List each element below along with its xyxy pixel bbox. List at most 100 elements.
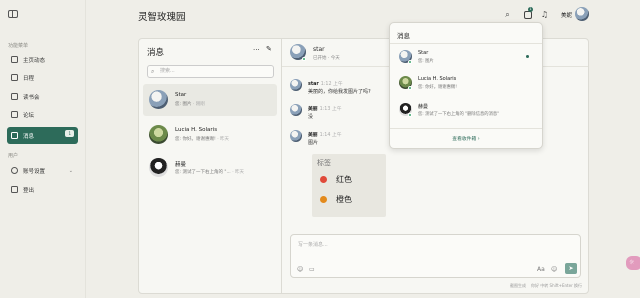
dropdown-item-preview: 您: 测试了一下右上角的 "删除信息的消息" — [418, 112, 500, 117]
red-dot-icon — [320, 176, 327, 183]
sidebar-section-user: 用户 — [8, 153, 19, 159]
home-icon — [11, 56, 18, 63]
online-status-dot — [408, 60, 412, 64]
avatar — [149, 125, 168, 144]
sidebar-item-account[interactable]: 账号设置 ⌄ — [7, 164, 78, 177]
avatar — [149, 158, 168, 177]
top-bar: 灵智玫瑰园 — [86, 0, 640, 34]
text-format-icon[interactable]: Aa — [537, 266, 545, 273]
notification-count-badge: 1 — [528, 7, 533, 12]
sidebar-item-label: 消息 — [23, 133, 35, 140]
preview-time: · 刚刚 — [192, 102, 205, 107]
sidebar-item-label: 读书会 — [23, 94, 40, 101]
inbox-icon[interactable] — [524, 11, 532, 19]
sidebar-item-logout[interactable]: 登出 — [7, 183, 78, 196]
sidebar-item-bookclub[interactable]: 读书会 — [7, 90, 78, 103]
conversation-item[interactable]: Lucia H. Solaris 您: 你好。谢谢惠赐! · 昨天 — [143, 119, 277, 151]
sidebar-item-home[interactable]: 主页动态 — [7, 53, 78, 66]
dropdown-item[interactable]: Star 您: 图片 — [399, 48, 539, 68]
username[interactable]: 美妮 — [561, 11, 572, 19]
preview-time: · 昨天 — [217, 137, 230, 142]
tag-label: 红色 — [336, 175, 352, 184]
sidebar-item-schedule[interactable]: 日程 — [7, 71, 78, 84]
message-meta: star 1:12 上午 — [308, 80, 343, 87]
message-sender: star — [308, 82, 319, 87]
book-icon — [11, 93, 18, 100]
user-settings-icon — [11, 167, 18, 174]
tag-row: 橙色 — [320, 194, 352, 205]
search-placeholder: 搜索... — [160, 68, 175, 74]
floating-action-button[interactable]: ☼ — [626, 256, 640, 270]
preview-text: 您: 测试了一下右上角的 "... — [175, 170, 231, 175]
sidebar-item-label: 日程 — [23, 75, 35, 82]
chevron-down-icon: ⌄ — [68, 167, 73, 174]
sidebar-item-label: 主页动态 — [23, 57, 46, 64]
avatar — [290, 104, 302, 116]
app-title: 灵智玫瑰园 — [138, 12, 186, 23]
preview-text: 您: 图片 — [175, 102, 192, 107]
online-status-dot — [408, 86, 412, 90]
image-attachment[interactable]: 标签 红色 橙色 — [312, 154, 386, 217]
composer-placeholder: 写一条消息... — [298, 242, 328, 248]
search-input[interactable]: ⌕ 搜索... — [147, 65, 274, 78]
avatar — [290, 130, 302, 142]
message-time: 1:13 上午 — [319, 107, 342, 112]
conversation-preview: 您: 图片 · 刚刚 — [175, 101, 205, 107]
logout-icon — [11, 186, 18, 193]
conversation-name: Star — [175, 92, 187, 98]
sidebar-item-label: 账号设置 — [23, 168, 46, 175]
tag-card-title: 标签 — [317, 159, 331, 167]
chat-status: 已开始 · 今天 — [313, 56, 340, 61]
message-composer[interactable]: 写一条消息... ☺ ▭ Aa ☺ ➤ — [290, 234, 581, 278]
sidebar-item-messages[interactable]: 消息 1 — [7, 127, 78, 144]
view-inbox-link[interactable]: 查看收件箱 › — [390, 135, 542, 142]
conversation-item[interactable]: 赫曼 您: 测试了一下右上角的 "... · 昨天 — [143, 152, 277, 184]
conversation-item[interactable]: Star 您: 图片 · 刚刚 — [143, 84, 277, 116]
sidebar-item-forum[interactable]: 论坛 — [7, 108, 78, 121]
sidebar: 功能菜单 主页动态 日程 读书会 论坛 消息 1 用户 账号设置 ⌄ 登出 — [0, 0, 86, 298]
tag-row: 红色 — [320, 174, 352, 185]
send-button[interactable]: ➤ — [565, 263, 577, 274]
search-icon: ⌕ — [151, 68, 155, 75]
online-status-dot — [302, 57, 306, 61]
divider — [390, 43, 542, 44]
dropdown-item-preview: 您: 你好。谢谢惠赐! — [418, 85, 457, 90]
sidebar-item-label: 登出 — [23, 187, 35, 194]
avatar[interactable] — [575, 7, 589, 21]
dropdown-item[interactable]: 赫曼 您: 测试了一下右上角的 "删除信息的消息" — [399, 101, 539, 121]
message-text: 没 — [308, 114, 314, 120]
search-icon[interactable]: ⌕ — [503, 10, 512, 19]
unread-dot — [526, 55, 529, 58]
more-icon[interactable]: ··· — [253, 46, 260, 54]
conversation-preview: 您: 你好。谢谢惠赐! · 昨天 — [175, 136, 229, 142]
bell-icon[interactable]: ♫ — [540, 10, 549, 19]
dropdown-item-preview: 您: 图片 — [418, 59, 434, 64]
conversation-name: Lucia H. Solaris — [175, 127, 218, 133]
orange-dot-icon — [320, 196, 327, 203]
message-text: 美丽的，你给我发图片了吗? — [308, 89, 371, 95]
emoji-picker-icon[interactable]: ☺ — [551, 266, 557, 273]
conversation-name: 赫曼 — [175, 162, 187, 168]
dropdown-item[interactable]: Lucia H. Solaris 您: 你好。谢谢惠赐! — [399, 74, 539, 94]
sidebar-section-main: 功能菜单 — [8, 43, 29, 49]
video-icon[interactable]: ▭ — [309, 266, 315, 273]
message-icon — [11, 132, 18, 139]
emoji-icon[interactable]: ☺ — [297, 266, 303, 273]
sidebar-toggle-icon[interactable] — [8, 10, 18, 18]
compose-icon[interactable]: ✎ — [266, 45, 272, 53]
message-sender: 美丽 — [308, 133, 318, 138]
conversation-list: 消息 ··· ✎ ⌕ 搜索... Star 您: 图片 · 刚刚 Lucia H.… — [139, 39, 282, 293]
avatar — [290, 79, 302, 91]
footer-shortcut-hint: 你好 中转 Shift+Enter 换行 — [531, 283, 582, 288]
preview-time: · 昨天 — [232, 170, 245, 175]
conversation-preview: 您: 测试了一下右上角的 "... · 昨天 — [175, 169, 244, 175]
message-time: 1:12 上午 — [320, 82, 343, 87]
preview-text: 您: 你好。谢谢惠赐! — [175, 137, 216, 142]
divider — [390, 128, 542, 129]
message-sender: 美丽 — [308, 107, 318, 112]
forum-icon — [11, 111, 18, 118]
messages-dropdown: 消息 Star 您: 图片 Lucia H. Solaris 您: 你好。谢谢惠… — [389, 22, 543, 149]
calendar-icon — [11, 74, 18, 81]
list-title: 消息 — [147, 48, 165, 58]
message-meta: 美丽 1:14 上午 — [308, 131, 342, 138]
